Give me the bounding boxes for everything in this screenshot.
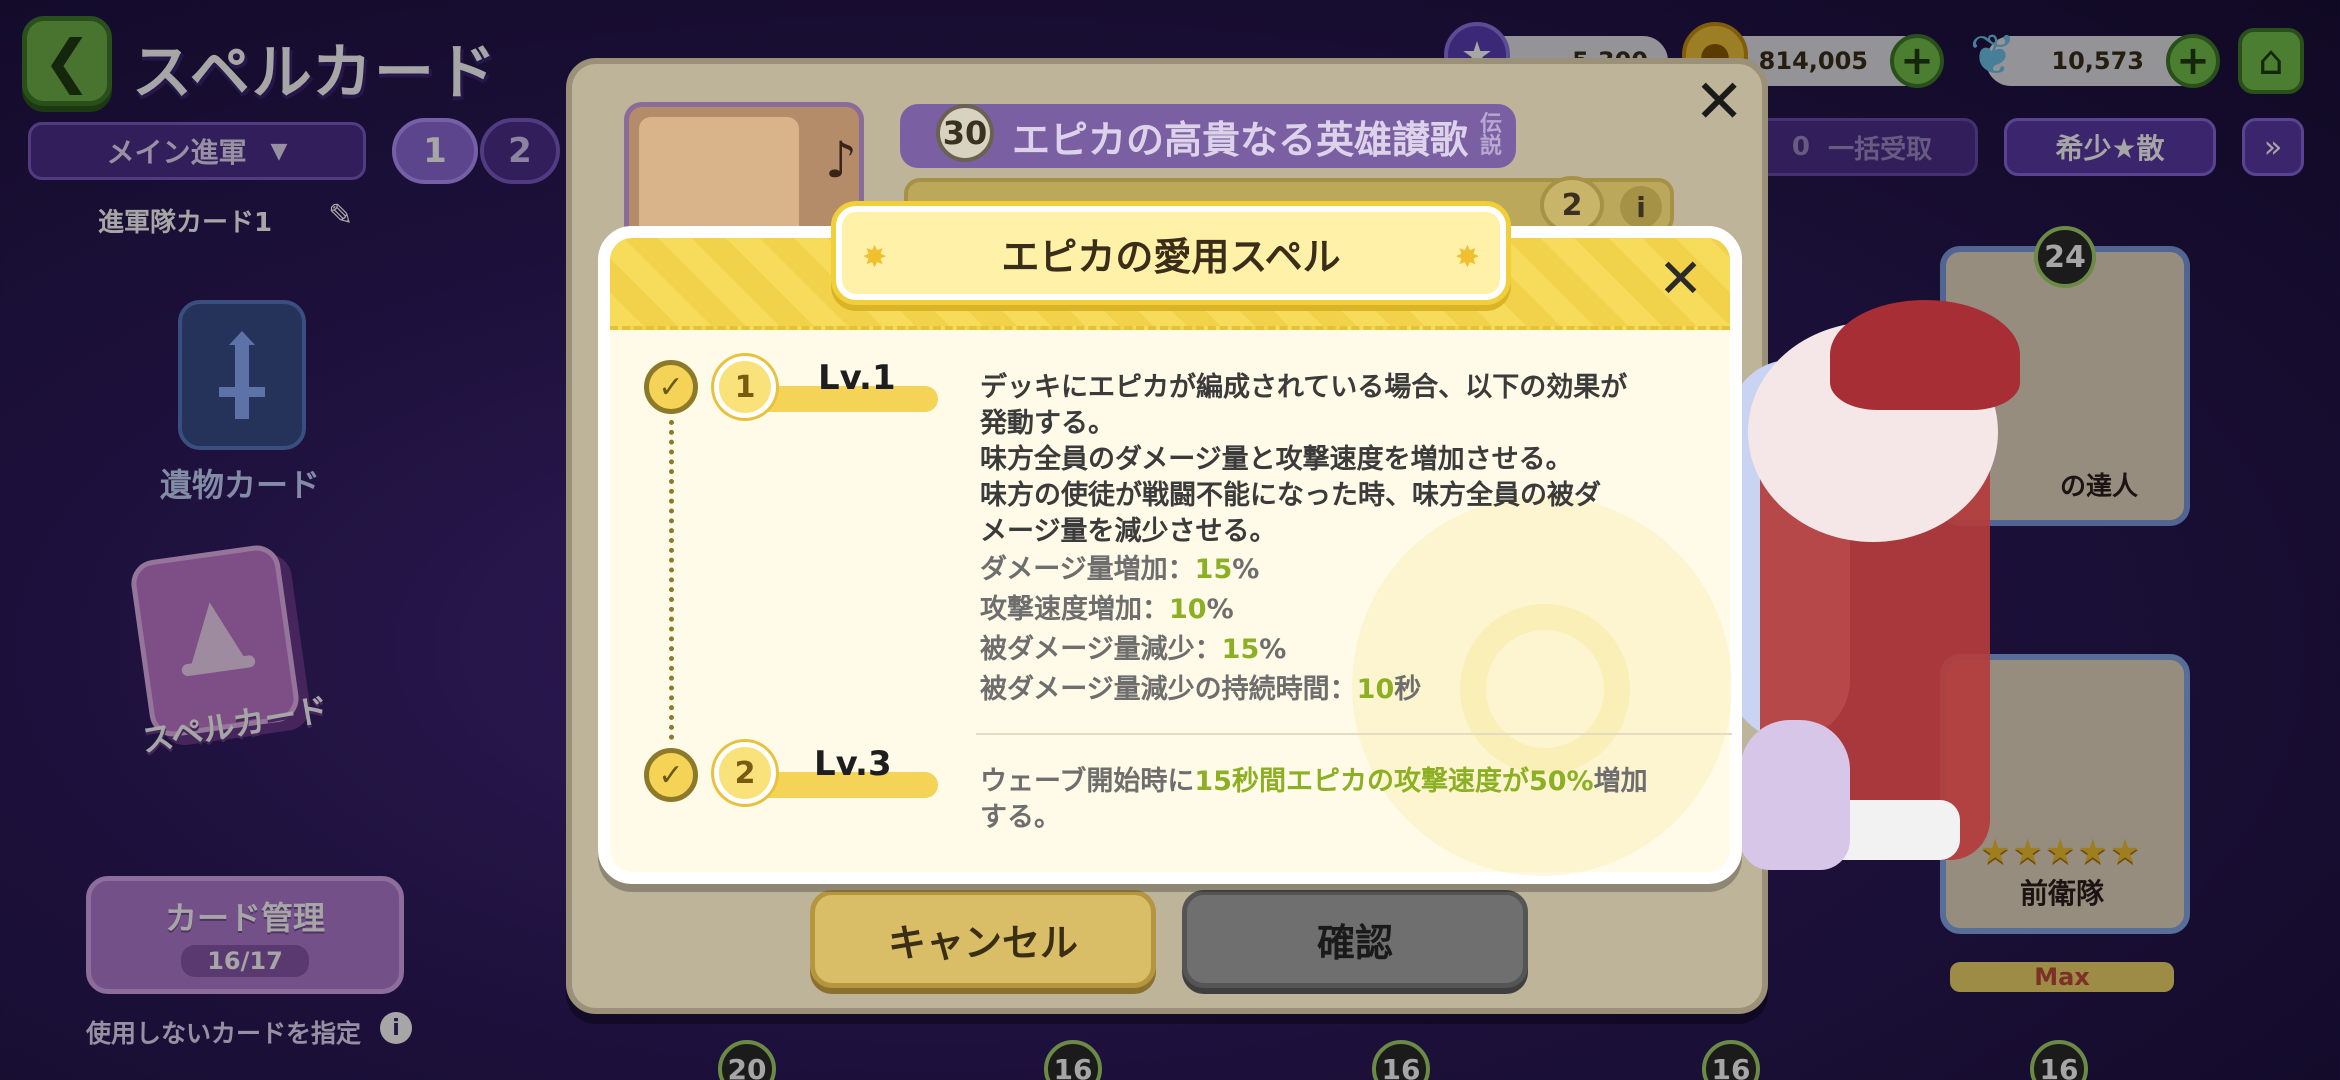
stat-row: ダメージ量増加：15% (980, 550, 1421, 590)
moon-watermark-icon (1460, 604, 1630, 774)
stat-label: ダメージ量増加： (980, 554, 1195, 585)
level-1-stats: ダメージ量増加：15% 攻撃速度増加：10% 被ダメージ量減少：15% 被ダメー… (980, 550, 1421, 710)
spell-rarity: 伝説 (1480, 112, 1503, 159)
stat-row: 攻撃速度増加：10% (980, 590, 1421, 630)
stat-label: 攻撃速度増加： (980, 594, 1169, 625)
level-3-description: ウェーブ開始時に15秒間エピカの攻撃速度が50%増加 する。 (980, 764, 1680, 836)
stat-unit: % (1259, 634, 1287, 665)
stat-value: 10 (1169, 594, 1207, 625)
close-icon[interactable]: ✕ (1694, 72, 1744, 132)
timeline-line (669, 420, 674, 740)
description-line: 味方全員のダメージ量と攻撃速度を増加させる。 (980, 444, 1573, 475)
stat-value: 15 (1221, 634, 1260, 665)
level-number-badge: 1 (714, 356, 776, 418)
character-illustration (1830, 300, 2020, 410)
spell-portrait: ♪ (624, 102, 864, 242)
level-number-badge: 2 (714, 742, 776, 804)
stat-value: 15 (1194, 554, 1233, 585)
svg-text:♪: ♪ (825, 131, 857, 189)
popup-title-ribbon: ✸ エピカの愛用スペル ✸ (836, 206, 1506, 300)
stat-value: 10 (1356, 674, 1395, 705)
stat-row: 被ダメージ量減少の持続時間：10秒 (980, 670, 1421, 710)
cancel-button[interactable]: キャンセル (810, 890, 1156, 988)
description-text: ウェーブ開始時に (980, 766, 1195, 797)
mini-character-illustration (1740, 720, 1850, 870)
description-line: ウェーブ開始時に15秒間エピカの攻撃速度が50%増加 (980, 764, 1680, 800)
description-line: 味方の使徒が戦闘不能になった時、味方全員の被ダ (980, 480, 1601, 511)
description-line: 発動する。 (980, 408, 1115, 439)
spell-level-badge: 30 (936, 104, 994, 162)
description-line: メージ量を減少させる。 (980, 516, 1277, 547)
description-text: 増加 (1593, 766, 1648, 797)
confirm-button[interactable]: 確認 (1182, 890, 1528, 988)
level-label: Lv.3 (814, 744, 892, 784)
star-icon: ✸ (1454, 240, 1480, 275)
close-icon[interactable]: ✕ (1658, 252, 1703, 306)
stat-unit: % (1206, 594, 1234, 625)
level-1-description: デッキにエピカが編成されている場合、以下の効果が 発動する。 味方全員のダメージ… (980, 370, 1680, 550)
description-line: する。 (980, 802, 1061, 833)
description-highlight: 15秒間エピカの攻撃速度が50% (1194, 766, 1594, 797)
checkmark-icon: ✓ (644, 360, 698, 414)
level-divider (976, 733, 1732, 735)
stat-label: 被ダメージ量減少の持続時間： (980, 674, 1357, 705)
spell-name: エピカの高貴なる英雄讃歌 (1012, 117, 1469, 162)
music-scroll-icon: ♪ (639, 117, 857, 237)
stat-row: 被ダメージ量減少：15% (980, 630, 1421, 670)
info-icon[interactable]: i (1620, 186, 1662, 228)
stat-unit: 秒 (1394, 674, 1422, 705)
star-icon: ✸ (862, 240, 888, 275)
level-label: Lv.1 (818, 358, 896, 398)
stat-label: 被ダメージ量減少： (980, 634, 1222, 665)
stat-unit: % (1232, 554, 1260, 585)
popup-title: エピカの愛用スペル (1001, 234, 1341, 279)
description-line: デッキにエピカが編成されている場合、以下の効果が (980, 372, 1628, 403)
checkmark-icon: ✓ (644, 748, 698, 802)
